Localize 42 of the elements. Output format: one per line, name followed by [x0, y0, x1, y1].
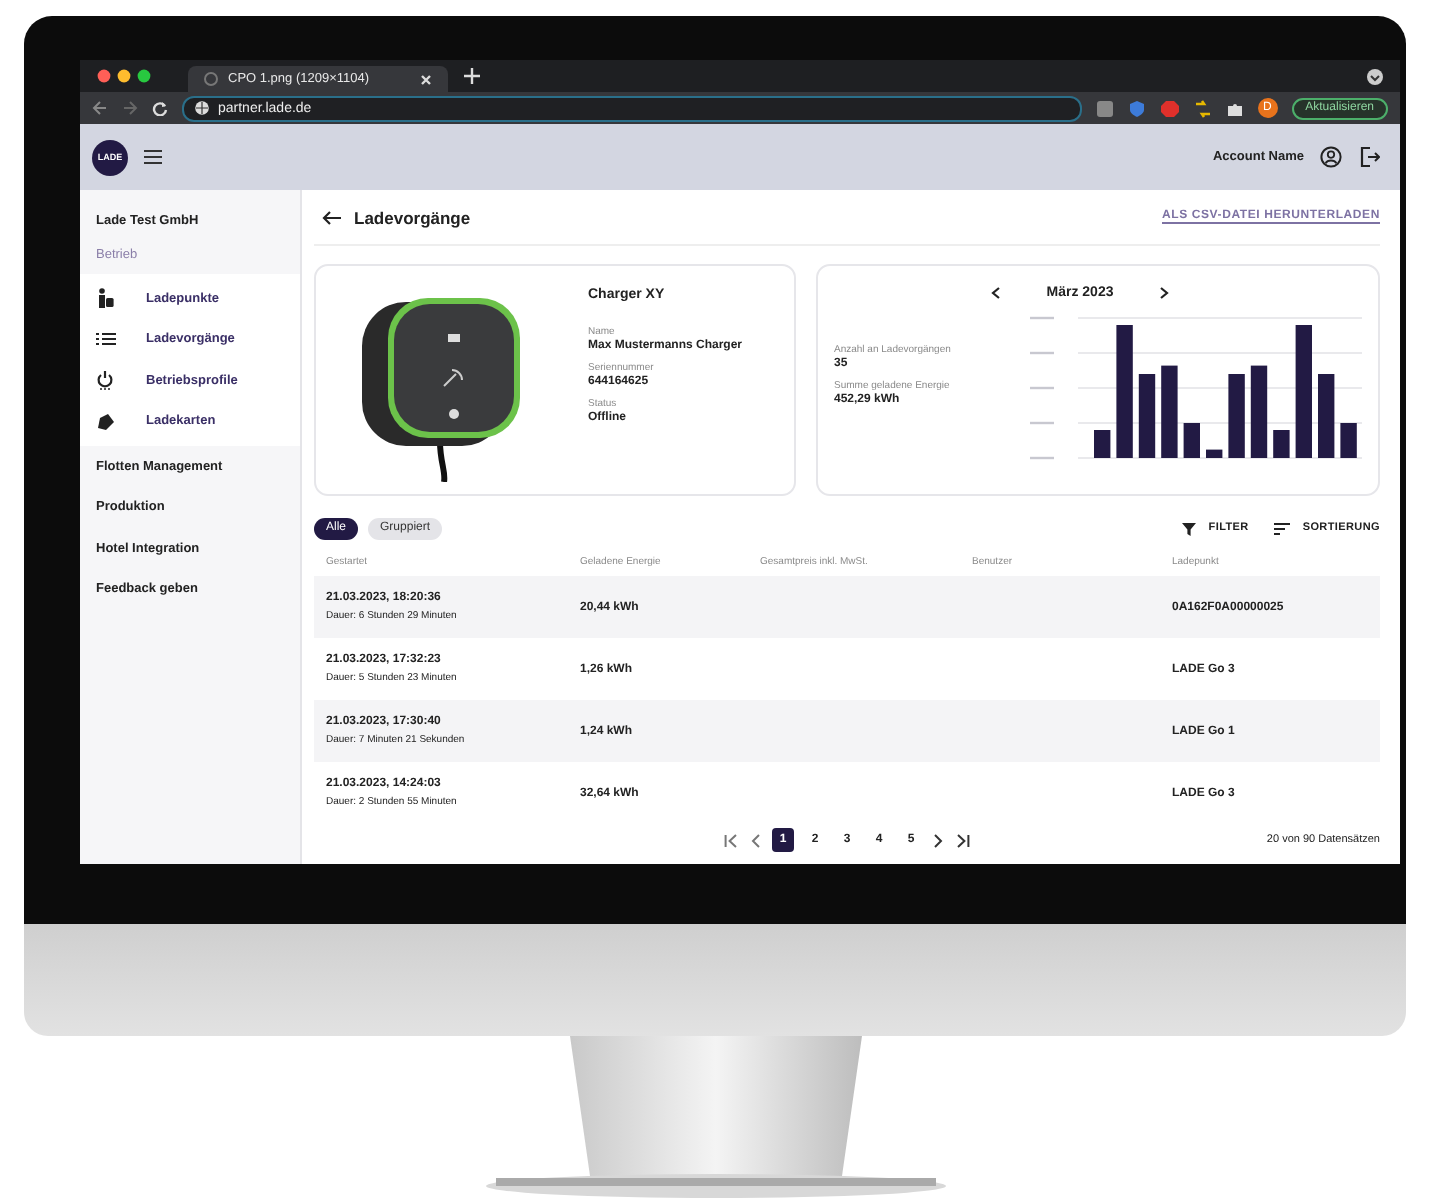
power-icon	[96, 370, 114, 391]
menu-icon[interactable]	[144, 150, 162, 164]
chart-bar	[1183, 423, 1200, 458]
page-title: Ladevorgänge	[354, 207, 471, 227]
stop-sign-icon[interactable]	[1159, 99, 1180, 117]
chart-bar	[1273, 430, 1290, 458]
plus-icon[interactable]	[464, 68, 480, 84]
chart-bar	[1094, 430, 1111, 458]
arrows-icon[interactable]	[1193, 99, 1212, 117]
sort-icon	[1274, 521, 1291, 535]
person-charger-icon	[96, 288, 114, 309]
filter-icon	[1182, 521, 1197, 535]
user-icon[interactable]	[1320, 146, 1342, 168]
back-arrow-icon[interactable]	[322, 209, 342, 225]
axis-tick-mark	[1030, 316, 1054, 320]
chart-bar	[1295, 325, 1312, 458]
list-icon	[96, 332, 116, 347]
last-page-icon[interactable]	[954, 833, 970, 847]
axis-tick-mark	[1030, 386, 1054, 390]
back-icon[interactable]	[92, 100, 108, 116]
axis-tick-mark	[1030, 421, 1054, 425]
extension-icon[interactable]	[1095, 99, 1114, 117]
circle-icon[interactable]	[1366, 67, 1384, 85]
logout-icon[interactable]	[1358, 146, 1380, 168]
close-icon[interactable]	[420, 73, 432, 85]
reload-icon[interactable]	[152, 100, 168, 116]
chart-bar	[1318, 374, 1335, 458]
window-controls-icon[interactable]	[96, 68, 156, 84]
chart-bar	[1340, 423, 1357, 458]
axis-tick-mark	[1030, 456, 1054, 460]
chevron-right-icon[interactable]	[1157, 285, 1170, 299]
chart-bar	[1161, 365, 1178, 458]
axis-tick-mark	[1030, 351, 1054, 355]
chevron-left-icon[interactable]	[990, 285, 1003, 299]
shield-icon[interactable]	[1127, 99, 1146, 117]
chart-bar	[1228, 374, 1245, 458]
chevron-right-icon[interactable]	[932, 833, 944, 847]
chart-bar	[1250, 365, 1268, 458]
first-page-icon[interactable]	[724, 833, 740, 847]
chart-bar	[1206, 449, 1223, 458]
chart-bar	[1116, 325, 1133, 458]
chart-bar	[1138, 374, 1156, 458]
